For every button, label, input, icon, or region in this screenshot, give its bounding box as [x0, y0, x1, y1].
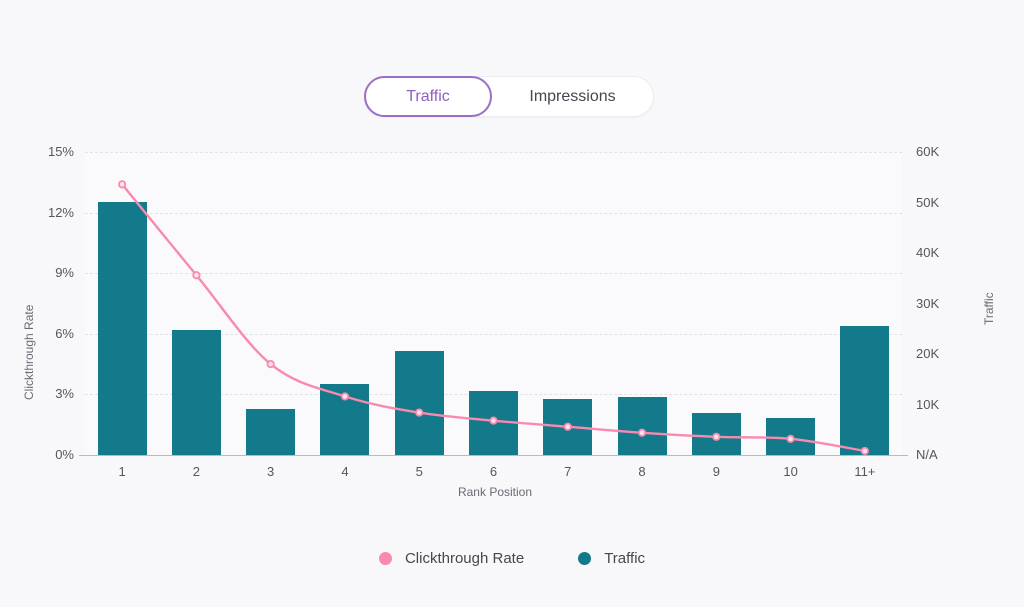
toggle-option-traffic[interactable]: Traffic [364, 76, 492, 117]
legend-item-traffic[interactable]: Traffic [578, 550, 645, 567]
line-marker[interactable] [415, 408, 424, 417]
line-marker[interactable] [118, 180, 127, 189]
chart-legend: Clickthrough Rate Traffic [0, 550, 1024, 567]
legend-swatch-traffic [578, 552, 592, 565]
line-marker[interactable] [489, 416, 498, 425]
legend-swatch-clickthrough-rate [378, 552, 392, 565]
line-marker[interactable] [266, 360, 275, 369]
x-axis-tick-label: 7 [564, 464, 572, 479]
y-axis-right-title: Traffic [982, 292, 996, 325]
x-axis-tick-label: 11+ [854, 464, 876, 479]
line-marker[interactable] [637, 428, 647, 437]
x-axis-tick-label: 10 [783, 464, 798, 479]
toggle-option-traffic-label: Traffic [406, 87, 450, 105]
plot-area [79, 152, 908, 456]
line-marker[interactable] [563, 422, 572, 431]
line-marker[interactable] [340, 392, 350, 401]
y-axis-left-tick-label: 0% [55, 447, 74, 462]
legend-item-clickthrough-rate[interactable]: Clickthrough Rate [378, 550, 525, 567]
x-axis-tick-label: 1 [118, 464, 126, 479]
x-axis-tick-label: 8 [638, 464, 646, 479]
line-marker[interactable] [192, 271, 201, 280]
y-axis-right-tick-label: 40K [916, 245, 940, 260]
y-axis-right-tick-label: N/A [916, 447, 938, 462]
legend-label-clickthrough-rate: Clickthrough Rate [404, 550, 525, 567]
toggle-option-impressions-label: Impressions [529, 87, 616, 105]
x-axis-tick-label: 3 [267, 464, 275, 479]
toggle-option-impressions[interactable]: Impressions [492, 77, 653, 116]
x-axis-tick-label: 4 [341, 464, 349, 479]
line-series-clickthrough-rate [118, 180, 869, 456]
y-axis-right-tick-label: 50K [916, 194, 940, 210]
line-marker[interactable] [712, 432, 721, 441]
y-axis-right-tick-label: 10K [916, 396, 940, 412]
y-axis-right-tick-label: 30K [916, 295, 940, 311]
y-axis-right-tick-label: 60K [916, 144, 940, 159]
y-axis-left-tick-label: 15% [47, 144, 74, 159]
y-axis-left-tick-label: 6% [55, 325, 74, 341]
x-axis-tick-label: 5 [415, 464, 423, 479]
ctr-traffic-chart: Clickthrough Rate Traffic Rank Position … [0, 130, 1024, 510]
y-axis-left-tick-label: 9% [55, 265, 74, 281]
x-axis-tick-label: 6 [489, 464, 498, 479]
y-axis-right-tick-label: 20K [916, 346, 940, 361]
clickthrough-rate-line [120, 183, 867, 453]
chart-page: Traffic Impressions Clickthrough Rate Tr… [0, 0, 1024, 607]
line-marker[interactable] [860, 446, 869, 456]
y-axis-left-tick-label: 12% [47, 204, 74, 220]
y-axis-left-tick-label: 3% [55, 386, 74, 402]
x-axis-line [79, 455, 908, 456]
line-marker[interactable] [786, 434, 795, 443]
legend-label-traffic: Traffic [604, 550, 646, 567]
x-axis-title: Rank Position [457, 485, 533, 499]
x-axis-tick-label: 9 [712, 464, 720, 479]
x-axis-tick-label: 2 [192, 464, 201, 479]
metric-toggle-group[interactable]: Traffic Impressions [364, 76, 654, 117]
